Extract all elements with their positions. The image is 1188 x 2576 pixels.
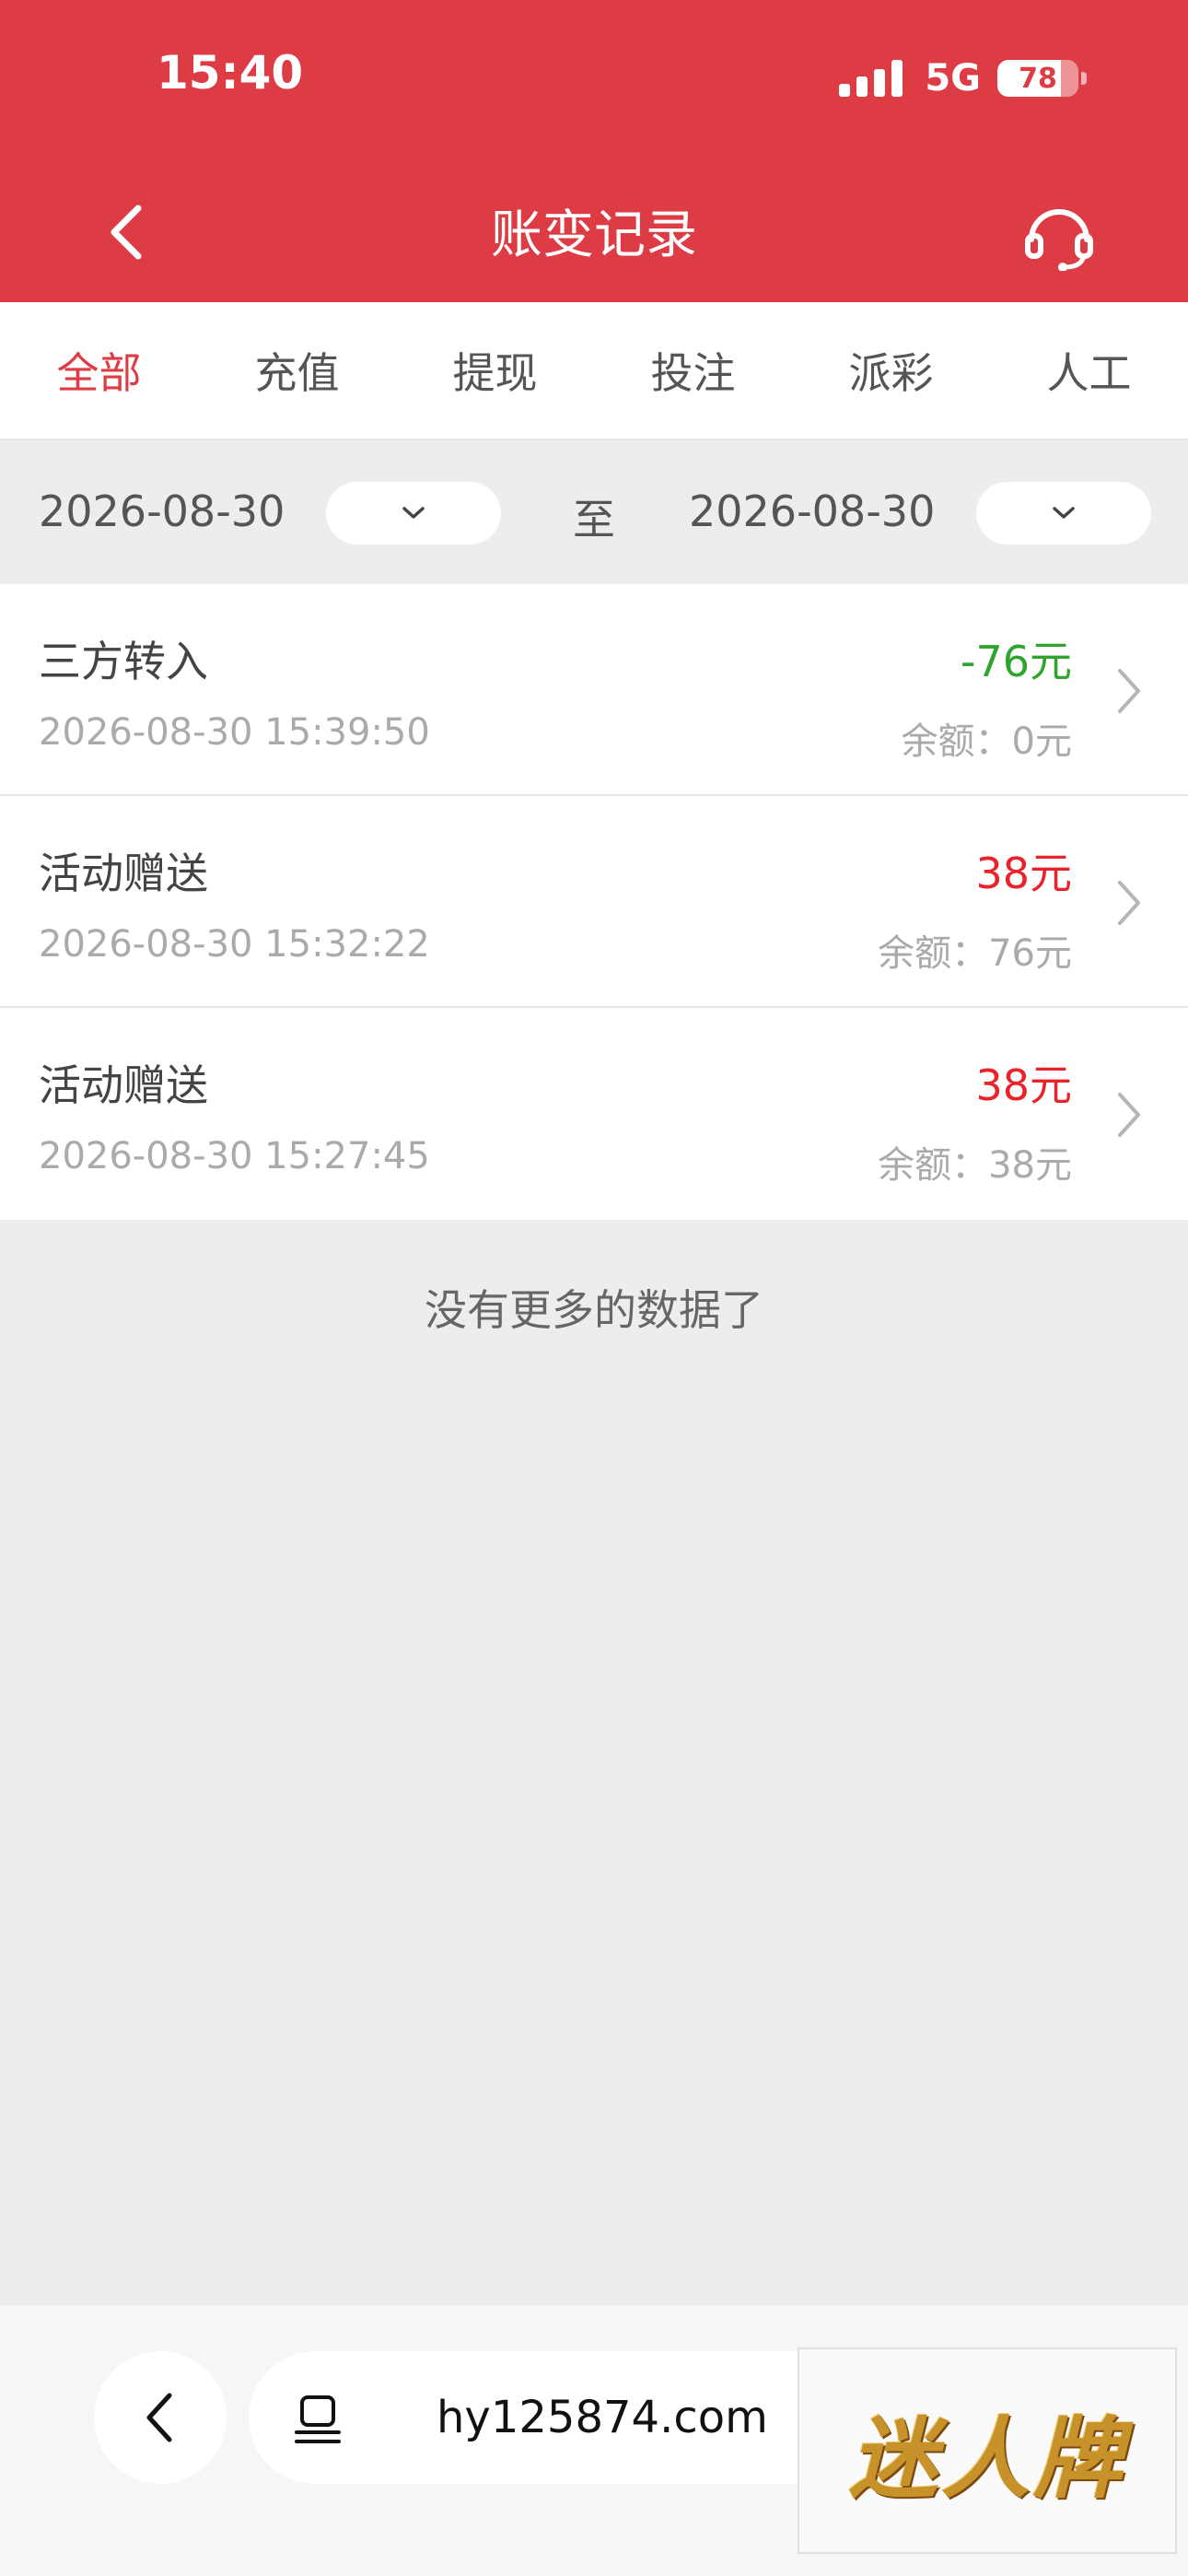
chevron-down-icon	[402, 507, 425, 519]
brand-logo: 迷人牌	[849, 2406, 1125, 2511]
chevron-right-icon	[1118, 1093, 1140, 1137]
record-amount: 38元	[975, 849, 1072, 898]
browser-toolbar: hy125874.com 迷人牌	[0, 2305, 1188, 2576]
record-title: 活动赠送	[39, 1060, 208, 1110]
record-time: 2026-08-30 15:27:45	[39, 1135, 430, 1177]
chevron-left-icon	[146, 2393, 172, 2442]
tab-withdraw[interactable]: 提现	[396, 302, 594, 439]
record-balance: 余额：0元	[901, 720, 1072, 763]
end-date-dropdown[interactable]	[976, 482, 1151, 544]
battery-percent: 78	[1019, 62, 1057, 95]
start-date: 2026-08-30	[39, 486, 285, 536]
battery-icon: 78	[997, 60, 1078, 97]
record-time: 2026-08-30 15:32:22	[39, 923, 430, 966]
address-bar[interactable]: hy125874.com	[249, 2351, 893, 2484]
battery-tip	[1081, 72, 1087, 85]
list-item[interactable]: 活动赠送 2026-08-30 15:32:22 38元 余额：76元	[0, 796, 1188, 1008]
chevron-down-icon	[1053, 507, 1075, 519]
chevron-right-icon	[1118, 669, 1140, 713]
brand-watermark: 迷人牌	[798, 2348, 1177, 2554]
category-tabs: 全部 充值 提现 投注 派彩 人工	[0, 302, 1188, 440]
app-header: 15:40 5G 78 账变记录	[0, 0, 1188, 302]
status-time: 15:40	[157, 46, 304, 100]
transaction-list: 三方转入 2026-08-30 15:39:50 -76元 余额：0元 活动赠送…	[0, 584, 1188, 1220]
start-date-dropdown[interactable]	[326, 482, 501, 544]
tab-recharge[interactable]: 充值	[198, 302, 396, 439]
record-amount: -76元	[960, 637, 1072, 686]
record-title: 三方转入	[39, 637, 208, 686]
page-menu-icon	[295, 2395, 341, 2443]
tab-manual[interactable]: 人工	[990, 302, 1188, 439]
date-filter: 2026-08-30 至 2026-08-30	[0, 440, 1188, 584]
status-indicators: 5G 78	[839, 55, 1087, 101]
network-type: 5G	[925, 57, 981, 100]
tab-bet[interactable]: 投注	[594, 302, 792, 439]
url-text: hy125874.com	[437, 2392, 768, 2443]
headset-icon	[1025, 209, 1093, 272]
signal-icon	[839, 60, 903, 97]
record-title: 活动赠送	[39, 849, 208, 898]
record-time: 2026-08-30 15:39:50	[39, 711, 430, 754]
tab-all[interactable]: 全部	[0, 302, 198, 439]
list-item[interactable]: 活动赠送 2026-08-30 15:27:45 38元 余额：38元	[0, 1008, 1188, 1220]
no-more-data-text: 没有更多的数据了	[425, 1285, 763, 1335]
customer-service-button[interactable]	[1022, 201, 1096, 272]
list-item[interactable]: 三方转入 2026-08-30 15:39:50 -76元 余额：0元	[0, 584, 1188, 796]
date-range-separator: 至	[573, 495, 615, 544]
record-balance: 余额：76元	[878, 932, 1072, 975]
browser-back-button[interactable]	[94, 2351, 227, 2484]
record-amount: 38元	[975, 1060, 1072, 1110]
chevron-right-icon	[1118, 881, 1140, 925]
end-date: 2026-08-30	[689, 486, 936, 536]
record-balance: 余额：38元	[878, 1144, 1072, 1187]
page-title: 账变记录	[491, 205, 697, 265]
tab-payout[interactable]: 派彩	[792, 302, 990, 439]
